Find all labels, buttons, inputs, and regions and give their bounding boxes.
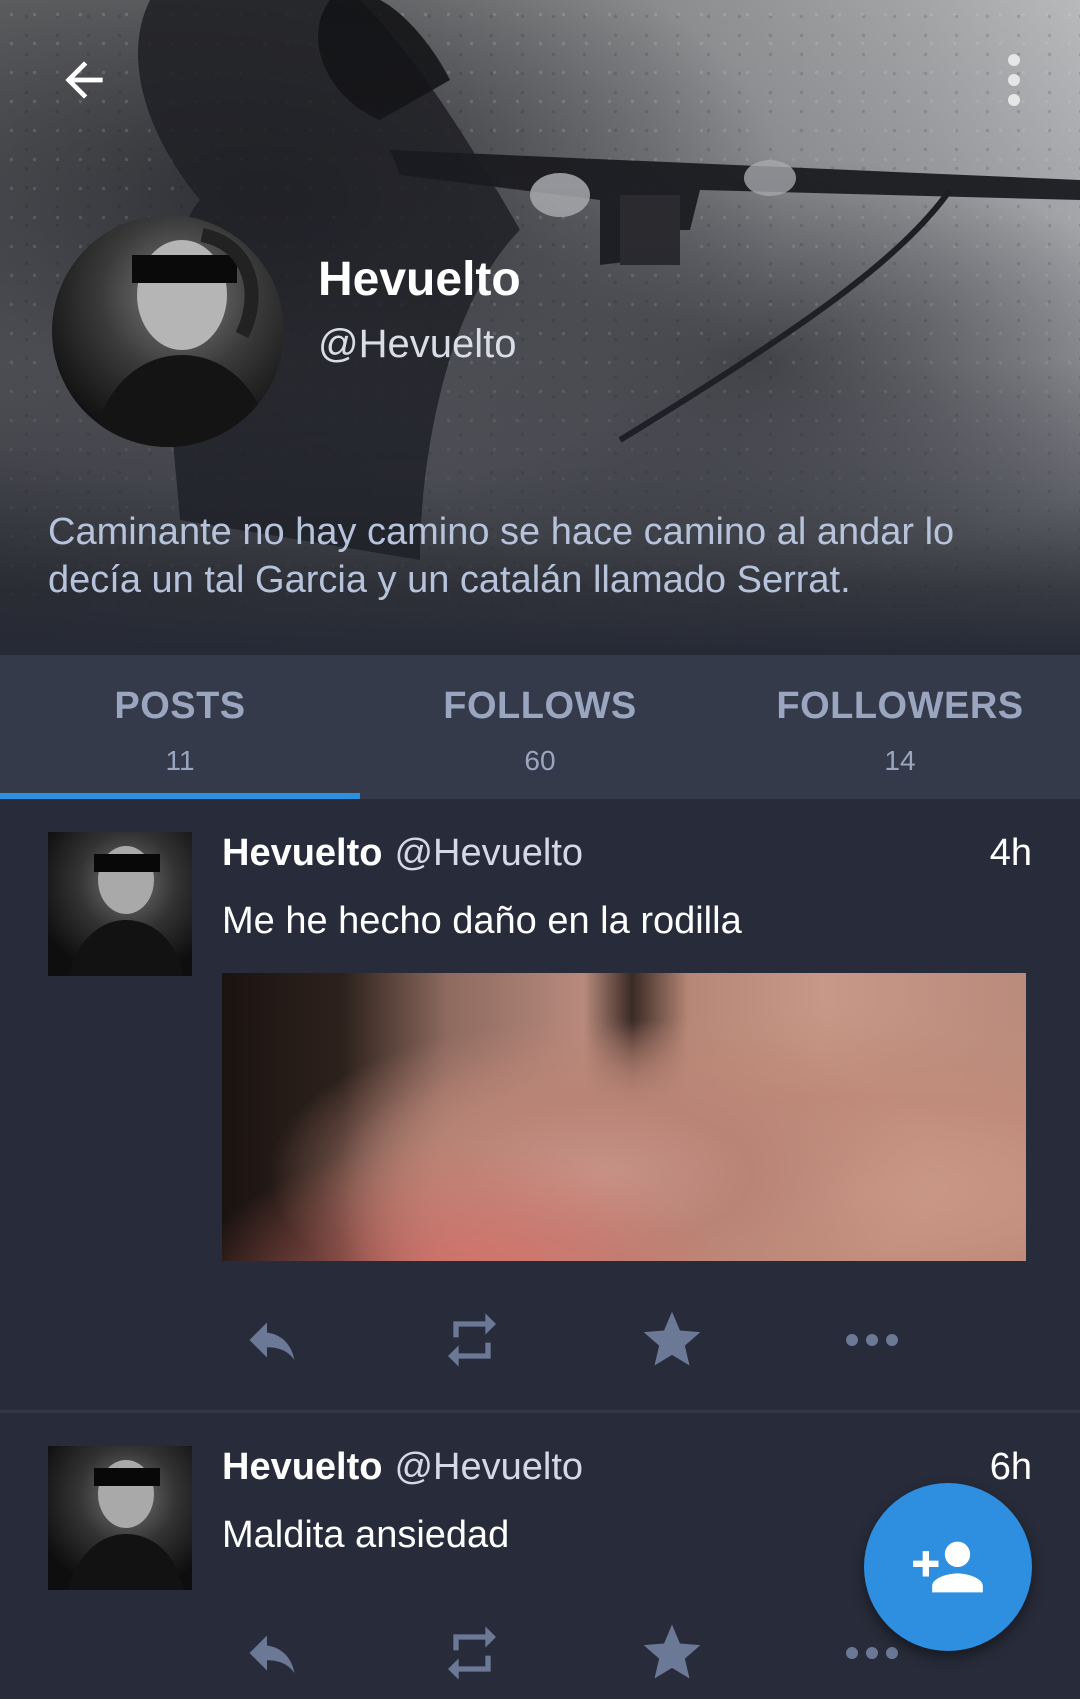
tab-follows-label: FOLLOWS [443, 685, 637, 727]
tab-posts[interactable]: POSTS 11 [0, 655, 360, 799]
tab-follows[interactable]: FOLLOWS 60 [360, 655, 720, 799]
tab-followers-label: FOLLOWERS [776, 685, 1024, 727]
active-tab-indicator [0, 793, 360, 799]
overflow-menu-button[interactable] [990, 48, 1038, 112]
avatar-image [68, 846, 183, 976]
star-icon [643, 1311, 701, 1366]
more-vertical-icon [1008, 54, 1020, 106]
favorite-button[interactable] [632, 1300, 712, 1380]
more-horizontal-icon [846, 1334, 898, 1346]
favorite-button[interactable] [632, 1613, 712, 1693]
post-avatar[interactable] [48, 832, 192, 976]
avatar-image [68, 1460, 183, 1590]
avatar-image [92, 228, 272, 447]
profile-bio: Caminante no hay camino se hace camino a… [48, 511, 955, 601]
reply-button[interactable] [232, 1300, 312, 1380]
post-author[interactable]: Hevuelto @Hevuelto [222, 832, 583, 875]
reply-icon [249, 1322, 295, 1360]
post-more-button[interactable] [832, 1300, 912, 1380]
post-author-name: Hevuelto [222, 832, 383, 874]
post-text: Me he hecho daño en la rodilla [222, 900, 742, 942]
reply-button[interactable] [232, 1613, 312, 1693]
follow-fab-button[interactable] [864, 1483, 1032, 1651]
repost-button[interactable] [432, 1613, 512, 1693]
arrow-left-icon [65, 61, 103, 99]
post-item[interactable]: Hevuelto @Hevuelto 4h Me he hecho daño en… [0, 800, 1080, 1410]
more-horizontal-icon [846, 1647, 898, 1659]
repost-icon [448, 1313, 496, 1367]
post-author-name: Hevuelto [222, 1446, 383, 1488]
repost-button[interactable] [432, 1300, 512, 1380]
profile-tabs: POSTS 11 FOLLOWS 60 FOLLOWERS 14 [0, 655, 1080, 799]
tab-posts-count: 11 [165, 745, 195, 776]
tab-followers[interactable]: FOLLOWERS 14 [720, 655, 1080, 799]
profile-avatar[interactable] [52, 215, 284, 447]
post-author-handle: @Hevuelto [394, 1446, 584, 1488]
reply-icon [249, 1635, 295, 1673]
tab-posts-label: POSTS [114, 685, 246, 727]
repost-icon [448, 1626, 496, 1680]
tab-followers-count: 14 [884, 745, 916, 776]
profile-handle: @Hevuelto [318, 322, 517, 366]
post-media-image[interactable] [222, 973, 1026, 1261]
post-text: Maldita ansiedad [222, 1514, 510, 1556]
post-timestamp: 6h [989, 1446, 1032, 1488]
post-timestamp: 4h [989, 832, 1032, 874]
back-button[interactable] [52, 48, 116, 112]
post-author[interactable]: Hevuelto @Hevuelto [222, 1446, 583, 1489]
tab-follows-count: 60 [524, 745, 556, 776]
profile-name: Hevuelto [318, 253, 521, 306]
post-author-handle: @Hevuelto [394, 832, 584, 874]
post-actions [222, 1300, 1022, 1380]
add-user-icon [913, 1541, 983, 1593]
post-avatar[interactable] [48, 1446, 192, 1590]
profile-screen: Hevuelto @Hevuelto Caminante no hay cami… [0, 0, 1080, 1699]
star-icon [643, 1624, 701, 1679]
